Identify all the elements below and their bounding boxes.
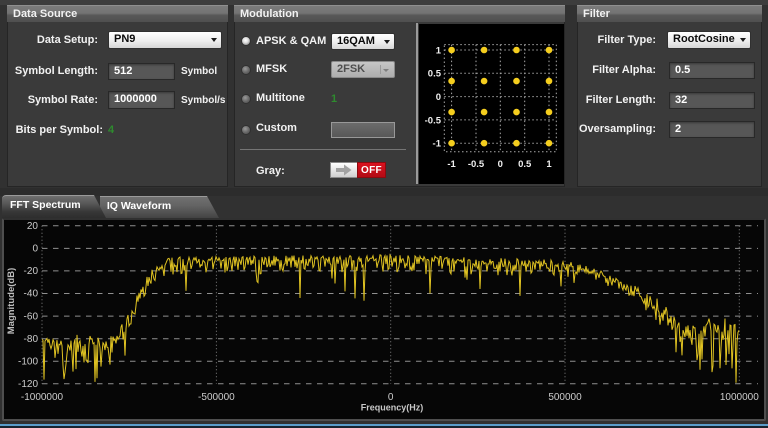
svg-text:-120: -120 bbox=[18, 379, 38, 390]
svg-text:-100: -100 bbox=[18, 356, 38, 367]
svg-text:0: 0 bbox=[498, 159, 503, 170]
svg-text:-1: -1 bbox=[447, 159, 456, 170]
svg-text:-0.5: -0.5 bbox=[425, 115, 442, 126]
svg-text:-60: -60 bbox=[24, 311, 39, 322]
svg-text:0.5: 0.5 bbox=[518, 159, 532, 170]
svg-text:-40: -40 bbox=[24, 289, 39, 300]
svg-text:Frequency(Hz): Frequency(Hz) bbox=[361, 403, 424, 413]
svg-text:-20: -20 bbox=[24, 266, 39, 277]
svg-text:1: 1 bbox=[546, 159, 552, 170]
svg-text:20: 20 bbox=[27, 221, 39, 232]
svg-text:-1: -1 bbox=[433, 139, 442, 150]
svg-text:-500000: -500000 bbox=[198, 392, 235, 403]
svg-text:1: 1 bbox=[436, 45, 442, 56]
svg-text:Magnitude(dB): Magnitude(dB) bbox=[6, 268, 17, 335]
svg-text:1000000: 1000000 bbox=[720, 392, 759, 403]
svg-text:-80: -80 bbox=[24, 334, 39, 345]
svg-text:-1000000: -1000000 bbox=[21, 392, 64, 403]
svg-text:0: 0 bbox=[388, 392, 394, 403]
svg-text:0: 0 bbox=[32, 244, 38, 255]
svg-text:0: 0 bbox=[436, 92, 441, 103]
svg-text:-0.5: -0.5 bbox=[468, 159, 485, 170]
svg-text:0.5: 0.5 bbox=[428, 69, 442, 80]
svg-text:500000: 500000 bbox=[548, 392, 582, 403]
